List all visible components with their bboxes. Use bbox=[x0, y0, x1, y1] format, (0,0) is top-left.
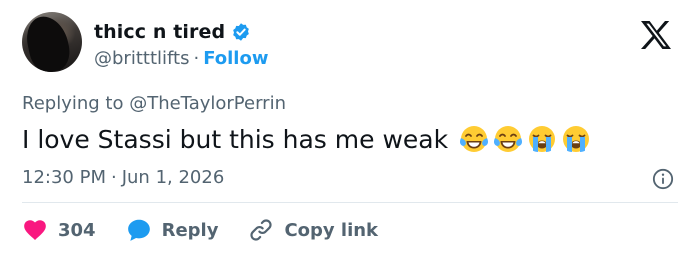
tweet-time: 12:30 PM bbox=[22, 167, 106, 188]
reply-context: Replying to @TheTaylorPerrin bbox=[22, 93, 286, 114]
avatar[interactable] bbox=[22, 12, 82, 72]
like-button[interactable]: 304 bbox=[22, 217, 96, 243]
timestamp-separator: · bbox=[110, 167, 117, 188]
speech-bubble-icon bbox=[127, 219, 150, 241]
author-handle[interactable]: @britttlifts bbox=[94, 48, 189, 69]
divider bbox=[22, 202, 678, 203]
tweet-text: I love Stassi but this has me weak bbox=[22, 124, 449, 154]
tweet-card: thicc n tired @britttlifts · Follow Replyi… bbox=[0, 0, 700, 256]
emoji-group bbox=[458, 123, 592, 155]
face-with-tears-of-joy-icon bbox=[494, 126, 523, 152]
author-name-row: thicc n tired bbox=[94, 21, 251, 43]
avatar-hair bbox=[22, 12, 74, 72]
follow-button[interactable]: Follow bbox=[203, 48, 268, 69]
loudly-crying-face-icon bbox=[563, 126, 590, 152]
x-logo-icon[interactable] bbox=[640, 20, 672, 50]
action-bar: 304 Reply Copy link bbox=[22, 216, 408, 244]
info-icon[interactable] bbox=[652, 168, 674, 190]
reply-button[interactable]: Reply bbox=[126, 217, 219, 243]
reply-prefix: Replying to bbox=[22, 93, 130, 114]
heart-icon bbox=[24, 220, 46, 240]
verified-badge-icon bbox=[233, 23, 249, 41]
tweet-date: Jun 1, 2026 bbox=[121, 167, 225, 188]
tweet-timestamp[interactable]: 12:30 PM · Jun 1, 2026 bbox=[22, 167, 224, 188]
link-icon bbox=[250, 219, 273, 241]
loudly-crying-face-icon bbox=[529, 126, 556, 152]
likes-count: 304 bbox=[58, 219, 96, 241]
face-with-tears-of-joy-icon bbox=[460, 126, 489, 152]
reply-mention-link[interactable]: @TheTaylorPerrin bbox=[129, 93, 286, 114]
author-display-name[interactable]: thicc n tired bbox=[94, 21, 225, 43]
author-handle-row: @britttlifts · Follow bbox=[94, 48, 268, 69]
tweet-body: I love Stassi but this has me weak bbox=[22, 123, 592, 155]
copy-link-label: Copy link bbox=[284, 219, 379, 241]
handle-separator: · bbox=[193, 48, 200, 69]
copy-link-button[interactable]: Copy link bbox=[248, 217, 378, 243]
reply-label: Reply bbox=[161, 219, 219, 241]
